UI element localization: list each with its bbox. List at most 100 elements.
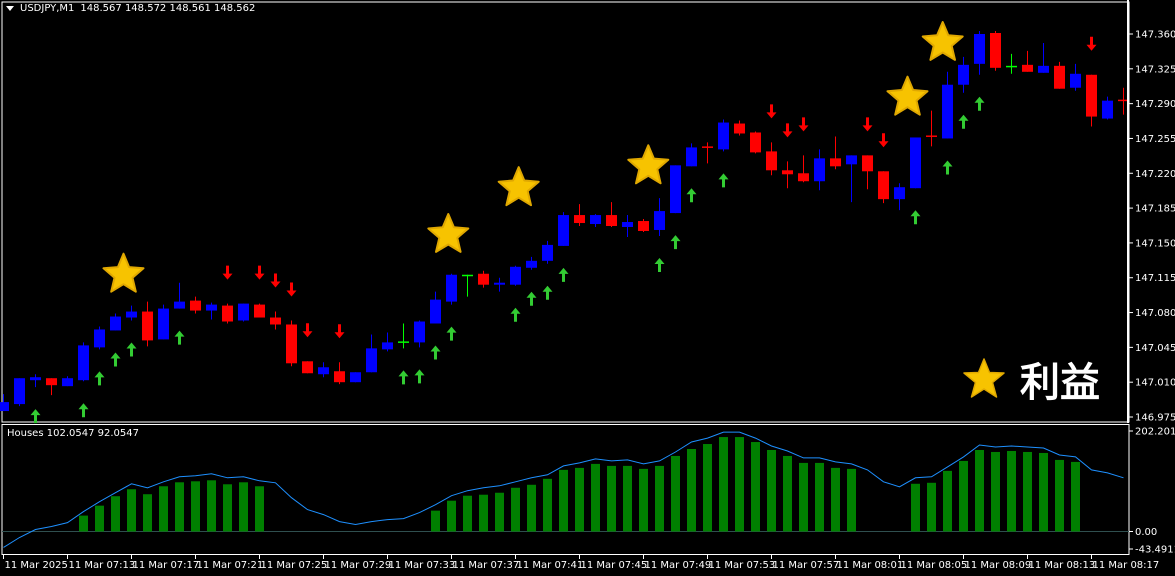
histogram-bar <box>975 449 984 532</box>
time-label: 11 Mar 08:05 <box>901 560 968 571</box>
candle <box>318 362 329 378</box>
candle-body <box>686 147 697 167</box>
histogram-bar <box>655 465 664 532</box>
up-arrow-icon <box>126 342 137 357</box>
candle-body <box>382 342 393 350</box>
up-arrow-icon <box>910 210 921 225</box>
candle <box>750 131 761 154</box>
candle-body <box>1038 65 1049 73</box>
price-label: 147.360 <box>1135 30 1175 41</box>
histogram-bar <box>431 510 440 532</box>
time-label: 11 Mar 07:41 <box>517 560 584 571</box>
star-icon <box>886 75 929 116</box>
candle-body <box>670 165 681 214</box>
candle <box>414 320 425 348</box>
candle-body <box>558 215 569 246</box>
time-label: 11 Mar 07:13 <box>69 560 136 571</box>
candle <box>958 56 969 93</box>
price-label: 147.255 <box>1135 134 1175 145</box>
histogram-bar <box>703 444 712 532</box>
candle <box>222 303 233 324</box>
down-arrow-icon <box>1086 36 1097 51</box>
candle-body <box>0 402 9 412</box>
chart-header: USDJPY,M1 148.567 148.572 148.561 148.56… <box>6 3 255 14</box>
histogram-bar <box>687 448 696 532</box>
candle-body <box>894 187 905 200</box>
up-arrow-icon <box>942 160 953 175</box>
price-label: 147.185 <box>1135 204 1175 215</box>
histogram-bar <box>255 486 264 532</box>
candle-body <box>414 321 425 343</box>
candle-body <box>622 222 633 227</box>
candle <box>590 214 601 227</box>
candle <box>926 110 937 147</box>
histogram-bar <box>815 462 824 532</box>
candle <box>782 161 793 189</box>
histogram-bar <box>527 484 536 532</box>
price-label: 147.150 <box>1135 238 1175 249</box>
down-arrow-icon <box>254 265 265 280</box>
histogram-bar <box>1039 452 1048 532</box>
histogram-bar <box>575 467 584 532</box>
down-arrow-icon <box>862 117 873 132</box>
candle-body <box>702 146 713 148</box>
candle-body <box>782 170 793 175</box>
histogram-bar <box>175 482 184 532</box>
star-icon <box>102 252 145 293</box>
histogram-bar <box>111 496 120 532</box>
candle-body <box>46 378 57 386</box>
candle <box>814 149 825 191</box>
candle-body <box>254 304 265 318</box>
down-arrow-icon <box>782 123 793 138</box>
chart-menu-triangle-icon[interactable] <box>6 6 14 11</box>
candle-body <box>958 64 969 85</box>
candle <box>1006 53 1017 74</box>
candle-body <box>574 215 585 224</box>
star-icon <box>427 213 470 253</box>
up-arrow-icon <box>398 370 409 385</box>
candle-body <box>462 274 473 277</box>
candle <box>206 302 217 320</box>
candle <box>974 31 985 75</box>
time-label: 11 Mar 2025 <box>5 560 68 571</box>
histogram-bar <box>495 492 504 532</box>
down-arrow-icon <box>334 324 345 339</box>
histogram-bar <box>207 480 216 532</box>
candle <box>430 291 441 324</box>
histogram-bar <box>847 468 856 532</box>
candle <box>270 311 281 330</box>
histogram-bar <box>639 468 648 532</box>
time-label: 11 Mar 07:33 <box>389 560 456 571</box>
candle-body <box>1086 74 1097 117</box>
time-label: 11 Mar 07:49 <box>645 560 712 571</box>
histogram-bar <box>719 437 728 532</box>
chart-canvas[interactable]: 147.360 147.325 147.290 147.255 147.220 147.1… <box>0 0 1175 576</box>
candle <box>334 362 345 385</box>
candle <box>478 270 489 288</box>
candle <box>494 277 505 292</box>
down-arrow-icon <box>286 282 297 297</box>
histogram-bar <box>143 494 152 532</box>
candle-body <box>110 316 121 331</box>
candle <box>14 378 25 407</box>
candle <box>78 342 89 382</box>
candle <box>702 142 713 164</box>
candle <box>654 198 665 236</box>
candle-body <box>654 211 665 230</box>
candle-body <box>446 274 457 302</box>
candle-body <box>942 84 953 139</box>
price-axis-line <box>1127 0 1129 423</box>
chart-window[interactable]: 147.360 147.325 147.290 147.255 147.220 147.1… <box>0 0 1175 576</box>
up-arrow-icon <box>718 173 729 188</box>
price-label: 147.325 <box>1135 64 1175 75</box>
up-arrow-icon <box>446 326 457 341</box>
time-label: 11 Mar 08:17 <box>1093 560 1160 571</box>
histogram-bar <box>623 465 632 532</box>
candle-body <box>238 303 249 321</box>
candle <box>766 142 777 176</box>
histogram-bar <box>1023 451 1032 532</box>
candle <box>302 361 313 374</box>
candle-body <box>718 122 729 150</box>
candle <box>462 274 473 297</box>
candle-body <box>174 301 185 309</box>
